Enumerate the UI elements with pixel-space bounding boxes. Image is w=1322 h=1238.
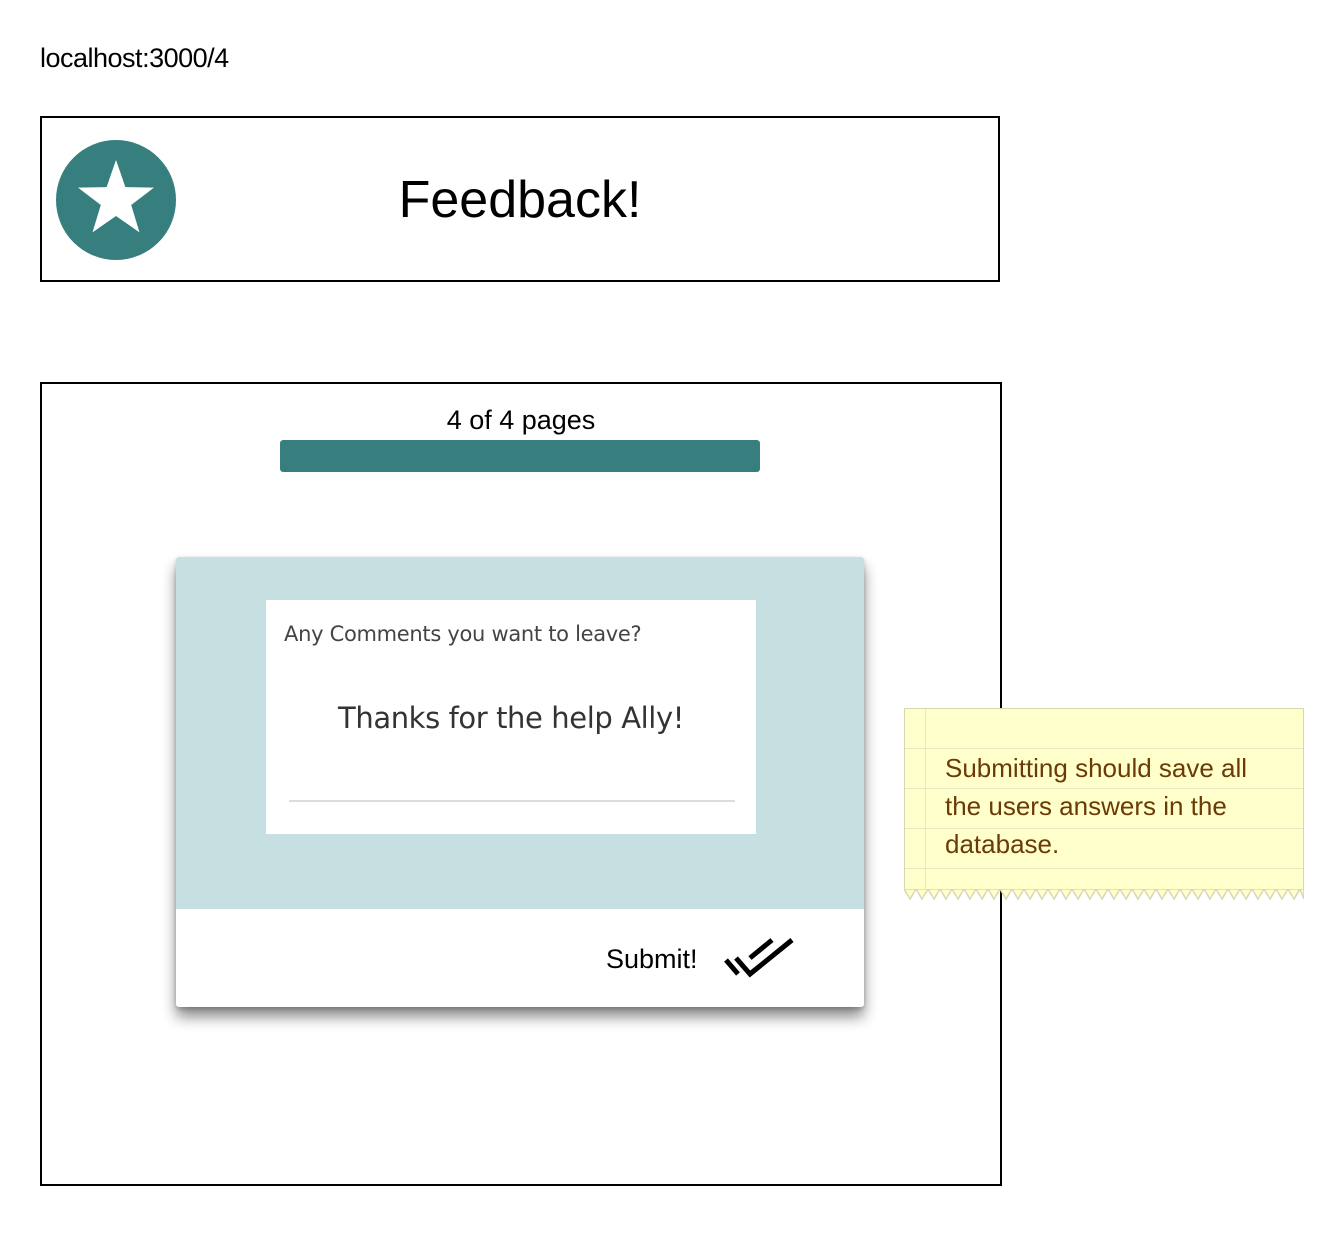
submit-button[interactable]: Submit! <box>606 927 798 991</box>
double-check-icon <box>723 938 794 978</box>
question-card: Any Comments you want to leave? Thanks f… <box>176 557 864 1007</box>
comment-field[interactable]: Any Comments you want to leave? Thanks f… <box>266 600 756 834</box>
progress-bar <box>280 440 760 472</box>
comment-field-underline <box>289 800 735 802</box>
card-actions: Submit! <box>176 909 864 1007</box>
comment-field-label: Any Comments you want to leave? <box>284 622 642 646</box>
survey-container: 4 of 4 pages Any Comments you want to le… <box>40 382 1002 1186</box>
submit-button-label: Submit! <box>606 944 698 974</box>
comment-input[interactable]: Thanks for the help Ally! <box>266 698 756 738</box>
app-header: Feedback! <box>40 116 1000 282</box>
progress-label: 4 of 4 pages <box>446 405 596 435</box>
sticky-note-torn-edge <box>904 889 1304 901</box>
sticky-note: Submitting should save all the users ans… <box>904 708 1304 890</box>
question-card-body: Any Comments you want to leave? Thanks f… <box>176 557 864 909</box>
sticky-note-text: Submitting should save all the users ans… <box>945 753 1248 859</box>
progress-bar-fill <box>280 440 760 472</box>
page-title: Feedback! <box>398 171 642 229</box>
browser-url: localhost:3000/4 <box>40 43 229 73</box>
